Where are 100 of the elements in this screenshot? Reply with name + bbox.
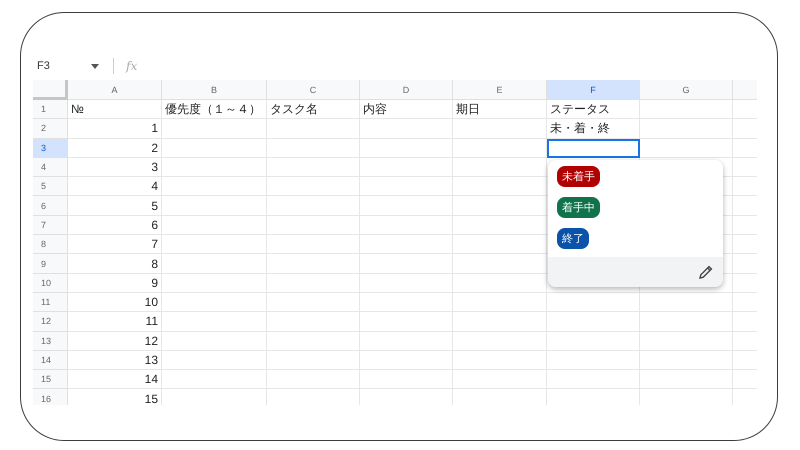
table-cell[interactable] bbox=[453, 332, 547, 351]
table-cell[interactable] bbox=[162, 254, 267, 274]
table-cell[interactable] bbox=[360, 292, 453, 312]
table-cell[interactable] bbox=[547, 292, 640, 312]
table-cell[interactable] bbox=[640, 312, 733, 332]
table-cell[interactable] bbox=[453, 138, 547, 158]
column-header[interactable]: A bbox=[68, 80, 162, 100]
table-cell[interactable] bbox=[360, 370, 453, 390]
table-cell[interactable] bbox=[267, 216, 360, 236]
row-header[interactable]: 7 bbox=[33, 216, 68, 236]
row-header[interactable]: 11 bbox=[33, 292, 68, 312]
table-cell[interactable] bbox=[162, 177, 267, 196]
table-cell[interactable] bbox=[547, 350, 640, 370]
name-box[interactable]: F3 bbox=[33, 60, 85, 72]
table-cell[interactable] bbox=[267, 196, 360, 216]
row-header[interactable]: 2 bbox=[33, 119, 68, 139]
pencil-icon[interactable] bbox=[699, 265, 713, 279]
table-cell[interactable] bbox=[360, 216, 453, 236]
table-cell[interactable] bbox=[162, 332, 267, 351]
row-header[interactable]: 5 bbox=[33, 177, 68, 196]
table-cell[interactable] bbox=[453, 235, 547, 254]
table-cell[interactable] bbox=[453, 119, 547, 139]
row-header[interactable]: 15 bbox=[33, 370, 68, 390]
table-cell[interactable] bbox=[547, 370, 640, 390]
table-cell[interactable] bbox=[453, 158, 547, 178]
table-cell[interactable] bbox=[360, 235, 453, 254]
table-cell[interactable] bbox=[267, 332, 360, 351]
table-cell[interactable] bbox=[547, 312, 640, 332]
row-header[interactable]: 14 bbox=[33, 350, 68, 370]
table-cell[interactable] bbox=[267, 254, 360, 274]
table-cell[interactable] bbox=[162, 158, 267, 178]
table-cell[interactable] bbox=[162, 138, 267, 158]
table-cell[interactable] bbox=[360, 138, 453, 158]
table-cell[interactable] bbox=[267, 158, 360, 178]
table-cell[interactable] bbox=[267, 138, 360, 158]
table-cell[interactable] bbox=[453, 370, 547, 390]
row-header[interactable]: 8 bbox=[33, 235, 68, 254]
table-cell[interactable] bbox=[267, 292, 360, 312]
row-header[interactable]: 10 bbox=[33, 274, 68, 293]
table-cell[interactable] bbox=[360, 332, 453, 351]
table-cell[interactable] bbox=[267, 235, 360, 254]
table-cell[interactable] bbox=[162, 216, 267, 236]
row-header[interactable]: 1 bbox=[33, 100, 68, 120]
column-header[interactable]: E bbox=[453, 80, 547, 100]
row-header[interactable]: 12 bbox=[33, 312, 68, 332]
select-all-corner[interactable] bbox=[33, 80, 68, 100]
table-cell[interactable] bbox=[360, 274, 453, 293]
caret-icon[interactable] bbox=[91, 64, 99, 68]
table-cell[interactable] bbox=[640, 292, 733, 312]
row-header[interactable]: 3 bbox=[33, 138, 68, 158]
table-cell[interactable] bbox=[360, 119, 453, 139]
table-cell[interactable] bbox=[267, 312, 360, 332]
table-cell[interactable] bbox=[547, 332, 640, 351]
table-cell[interactable] bbox=[360, 177, 453, 196]
row-header[interactable]: 9 bbox=[33, 254, 68, 274]
table-cell[interactable] bbox=[640, 350, 733, 370]
table-cell[interactable] bbox=[453, 216, 547, 236]
column-header[interactable]: G bbox=[640, 80, 733, 100]
active-cell[interactable] bbox=[547, 138, 640, 158]
table-cell[interactable] bbox=[640, 370, 733, 390]
table-cell[interactable] bbox=[267, 177, 360, 196]
table-cell[interactable] bbox=[162, 196, 267, 216]
row-header[interactable]: 13 bbox=[33, 332, 68, 351]
table-cell[interactable] bbox=[640, 138, 733, 158]
table-cell[interactable] bbox=[360, 350, 453, 370]
table-cell[interactable] bbox=[267, 119, 360, 139]
row-header[interactable]: 6 bbox=[33, 196, 68, 216]
table-cell[interactable] bbox=[162, 350, 267, 370]
row-header[interactable]: 4 bbox=[33, 158, 68, 178]
table-cell[interactable] bbox=[640, 100, 733, 120]
table-cell[interactable] bbox=[360, 158, 453, 178]
table-cell[interactable] bbox=[162, 119, 267, 139]
table-cell[interactable] bbox=[360, 196, 453, 216]
column-header[interactable]: F bbox=[547, 80, 640, 100]
row-header[interactable]: 16 bbox=[33, 389, 68, 405]
status-chip[interactable]: 着手中 bbox=[557, 197, 600, 218]
column-header[interactable] bbox=[733, 80, 757, 100]
column-header[interactable]: C bbox=[267, 80, 360, 100]
table-cell[interactable] bbox=[162, 312, 267, 332]
table-cell[interactable] bbox=[360, 312, 453, 332]
table-cell[interactable] bbox=[267, 370, 360, 390]
table-cell[interactable] bbox=[162, 274, 267, 293]
table-cell[interactable] bbox=[453, 254, 547, 274]
status-chip[interactable]: 終了 bbox=[557, 228, 589, 249]
table-cell[interactable] bbox=[267, 274, 360, 293]
table-cell[interactable] bbox=[453, 177, 547, 196]
column-header[interactable]: D bbox=[360, 80, 453, 100]
table-cell[interactable] bbox=[360, 254, 453, 274]
status-chip[interactable]: 未着手 bbox=[557, 166, 600, 187]
table-cell[interactable] bbox=[267, 350, 360, 370]
table-cell[interactable] bbox=[453, 292, 547, 312]
column-header[interactable]: B bbox=[162, 80, 267, 100]
table-cell[interactable] bbox=[453, 350, 547, 370]
table-cell[interactable] bbox=[162, 292, 267, 312]
table-cell[interactable] bbox=[453, 196, 547, 216]
table-cell[interactable] bbox=[640, 332, 733, 351]
table-cell[interactable] bbox=[640, 119, 733, 139]
table-cell[interactable] bbox=[453, 274, 547, 293]
table-cell[interactable] bbox=[453, 312, 547, 332]
table-cell[interactable] bbox=[162, 235, 267, 254]
